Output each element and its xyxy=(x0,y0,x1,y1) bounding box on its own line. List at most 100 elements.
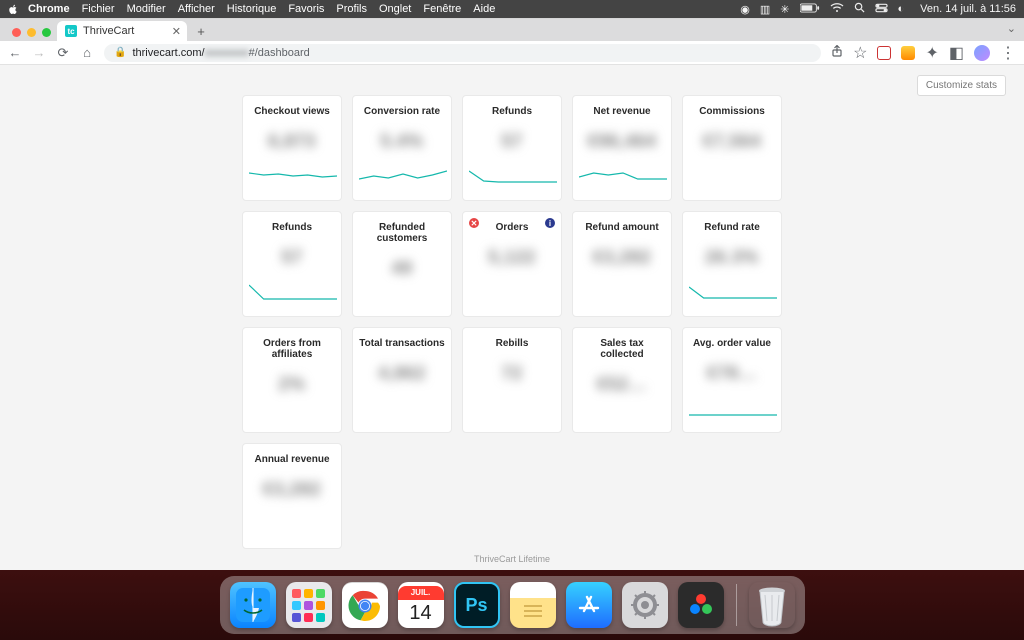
menubar-clock[interactable]: Ven. 14 juil. à 11:56 xyxy=(920,3,1016,15)
stat-card[interactable]: Refunds57 xyxy=(462,95,562,201)
stat-card[interactable]: Conversion rate5.4% xyxy=(352,95,452,201)
battery-icon[interactable] xyxy=(800,3,820,16)
stat-title: Commissions xyxy=(699,106,765,117)
stat-card[interactable]: Orders from affiliates2% xyxy=(242,327,342,433)
stat-title: Conversion rate xyxy=(364,106,440,117)
sparkline-chart xyxy=(469,162,557,190)
extensions-icon[interactable]: ✦ xyxy=(925,43,938,63)
customize-stats-button[interactable]: Customize stats xyxy=(917,75,1006,96)
stat-title: Total transactions xyxy=(359,338,444,349)
apple-menu-icon[interactable] xyxy=(8,3,20,15)
siri-icon[interactable]: ◐ xyxy=(898,3,905,15)
search-icon[interactable] xyxy=(854,2,865,16)
nav-forward-button[interactable]: → xyxy=(32,45,46,60)
stat-title: Refunded customers xyxy=(359,222,445,244)
menu-edit[interactable]: Modifier xyxy=(127,3,166,15)
dock-app-launchpad[interactable] xyxy=(286,582,332,628)
stat-value: 5,122 xyxy=(488,247,536,268)
bookmark-icon[interactable]: ☆ xyxy=(853,43,867,63)
tab-title: ThriveCart xyxy=(83,25,134,37)
url-text: thrivecart.com/xxxxxxxx#/dashboard xyxy=(132,47,309,59)
stat-card[interactable]: Annual revenue €3,282 xyxy=(242,443,342,549)
info-badge-icon[interactable]: i xyxy=(545,218,555,228)
stat-value: 26.3% xyxy=(705,247,759,268)
stat-card[interactable]: Refund amount €3,282 xyxy=(572,211,672,317)
macos-menubar: Chrome Fichier Modifier Afficher Histori… xyxy=(0,0,1024,18)
dock-app-calendar[interactable]: JUIL. 14 xyxy=(398,582,444,628)
dock-app-settings[interactable] xyxy=(622,582,668,628)
stat-title: Refund amount xyxy=(585,222,658,233)
ext-2-icon[interactable] xyxy=(901,46,915,60)
address-bar[interactable]: 🔒 thrivecart.com/xxxxxxxx#/dashboard xyxy=(104,44,821,62)
menu-profiles[interactable]: Profils xyxy=(336,3,367,15)
menu-history[interactable]: Historique xyxy=(227,3,277,15)
dock-separator xyxy=(736,584,737,626)
dock-trash[interactable] xyxy=(749,582,795,628)
menu-tab[interactable]: Onglet xyxy=(379,3,411,15)
dock-app-finder[interactable] xyxy=(230,582,276,628)
menu-window[interactable]: Fenêtre xyxy=(423,3,461,15)
stat-card[interactable]: Checkout views6,873 xyxy=(242,95,342,201)
tabstrip-expand-icon[interactable]: ⌄ xyxy=(1007,22,1016,35)
desktop-background: JUIL. 14 Ps xyxy=(0,570,1024,640)
dock-app-appstore[interactable] xyxy=(566,582,612,628)
stat-card[interactable]: Total transactions 4,862 xyxy=(352,327,452,433)
chrome-toolbar: ← → ⟳ ⌂ 🔒 thrivecart.com/xxxxxxxx#/dashb… xyxy=(0,41,1024,65)
window-close-icon[interactable] xyxy=(12,28,21,37)
menubar-app-name[interactable]: Chrome xyxy=(28,3,70,15)
stat-card[interactable]: Avg. order value €78… xyxy=(682,327,782,433)
dock-app-photoshop[interactable]: Ps xyxy=(454,582,500,628)
menu-view[interactable]: Afficher xyxy=(178,3,215,15)
share-icon[interactable] xyxy=(831,44,843,62)
nav-back-button[interactable]: ← xyxy=(8,45,22,60)
menu-file[interactable]: Fichier xyxy=(82,3,115,15)
bluetooth-icon[interactable]: ✳ xyxy=(780,3,789,16)
stat-title: Refunds xyxy=(492,106,532,117)
nav-reload-button[interactable]: ⟳ xyxy=(56,45,70,61)
dock-app-notes[interactable] xyxy=(510,582,556,628)
stat-value: €52… xyxy=(597,374,647,395)
dock-app-chrome[interactable] xyxy=(342,582,388,628)
sidepanel-icon[interactable]: ◧ xyxy=(949,43,964,63)
stat-value: €7,564 xyxy=(703,131,761,152)
new-tab-button[interactable]: + xyxy=(191,21,211,41)
stat-card[interactable]: Refunds57 xyxy=(242,211,342,317)
chrome-menu-icon[interactable]: ⋮ xyxy=(1000,43,1016,63)
stat-value: €78… xyxy=(707,363,757,384)
browser-tab[interactable]: tc ThriveCart ✕ xyxy=(57,21,187,41)
menu-help[interactable]: Aide xyxy=(473,3,495,15)
profile-avatar[interactable] xyxy=(974,45,990,61)
control-center-icon[interactable] xyxy=(875,3,888,16)
stat-value: €3,282 xyxy=(263,479,321,500)
window-minimize-icon[interactable] xyxy=(27,28,36,37)
sparkline-chart xyxy=(249,162,337,190)
stat-card[interactable]: ✕iOrders5,122 xyxy=(462,211,562,317)
dock-app-davinci-resolve[interactable] xyxy=(678,582,724,628)
stat-value: 2% xyxy=(278,374,305,395)
stat-card[interactable]: Commissions €7,564 xyxy=(682,95,782,201)
calendar-month: JUIL. xyxy=(398,586,444,600)
stat-value: 4,862 xyxy=(378,363,426,384)
wifi-icon[interactable] xyxy=(830,3,844,16)
stat-title: Avg. order value xyxy=(693,338,771,349)
record-icon[interactable]: ◉ xyxy=(740,3,750,16)
lock-icon: 🔒 xyxy=(114,47,126,58)
ext-1-icon[interactable] xyxy=(877,46,891,60)
tab-favicon-icon: tc xyxy=(65,25,77,37)
stat-card[interactable]: Refund rate26.3% xyxy=(682,211,782,317)
dock-icon[interactable]: ▥ xyxy=(760,3,770,16)
tab-close-icon[interactable]: ✕ xyxy=(172,25,181,38)
nav-home-button[interactable]: ⌂ xyxy=(80,45,94,60)
stat-value: €3,282 xyxy=(593,247,651,268)
stat-card[interactable]: Refunded customers49 xyxy=(352,211,452,317)
stat-card[interactable]: Net revenue€96,464 xyxy=(572,95,672,201)
stat-title: Annual revenue xyxy=(254,454,329,465)
chrome-tabstrip: tc ThriveCart ✕ + ⌄ xyxy=(0,19,1024,41)
stat-card[interactable]: Rebills72 xyxy=(462,327,562,433)
stat-card[interactable]: Sales tax collected€52… xyxy=(572,327,672,433)
stat-value: €96,464 xyxy=(588,131,657,152)
window-zoom-icon[interactable] xyxy=(42,28,51,37)
page-viewport: Customize stats Checkout views6,873Conve… xyxy=(0,65,1024,570)
delete-badge-icon[interactable]: ✕ xyxy=(469,218,479,228)
menu-bookmarks[interactable]: Favoris xyxy=(288,3,324,15)
